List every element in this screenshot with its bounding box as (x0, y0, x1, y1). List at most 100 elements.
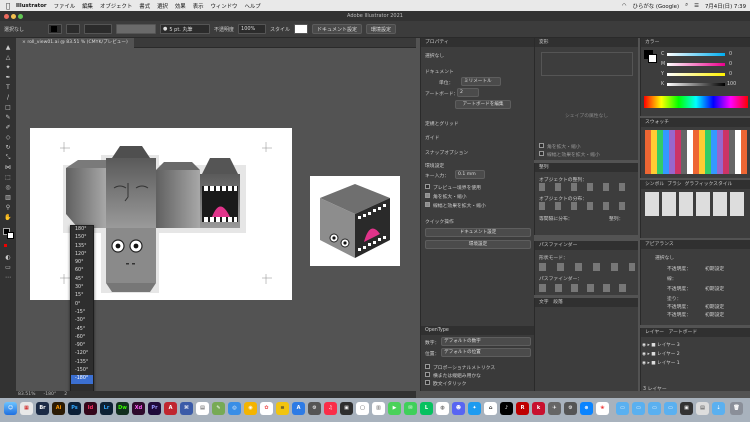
layer-row[interactable]: ◉ ▸ ■ レイヤー 1 (642, 360, 746, 368)
app-icon[interactable]: ▤ (696, 402, 709, 415)
artboard-dropdown[interactable]: 2 (457, 88, 479, 97)
layer-row[interactable]: ◉ ▸ ■ レイヤー 2 (642, 351, 746, 359)
menu-effect[interactable]: 効果 (175, 2, 186, 10)
pen-tool-icon[interactable]: ✒ (3, 74, 13, 82)
tab-layers[interactable]: レイヤー (645, 330, 664, 335)
app-icon[interactable]: ✈ (548, 402, 561, 415)
selection-tool-icon[interactable]: ▲ (3, 44, 13, 52)
rotation-option[interactable]: -45° (71, 326, 93, 334)
app-store-icon[interactable]: A (292, 402, 305, 415)
downloads-icon[interactable]: ⇣ (712, 402, 725, 415)
tab-paragraph[interactable]: 段落 (553, 300, 563, 305)
app-icon[interactable]: ⌂ (484, 402, 497, 415)
apple-icon[interactable]:  (0, 2, 16, 10)
rotation-option[interactable]: 135° (71, 243, 93, 251)
free-transform-tool-icon[interactable]: ⬚ (3, 174, 13, 182)
tab-character[interactable]: 文字 (539, 300, 549, 305)
menu-help[interactable]: ヘルプ (244, 2, 260, 10)
screen-mode-icon[interactable]: ▭ (3, 264, 13, 272)
app-icon[interactable]: ✎ (212, 402, 225, 415)
wifi-icon[interactable]: ◠ (622, 3, 627, 9)
edit-toolbar-icon[interactable]: ⋯ (3, 274, 13, 282)
layer-row[interactable]: ◉ ▸ ■ レイヤー 3 (642, 342, 746, 350)
appearance-tab[interactable]: アピアランス (641, 240, 750, 249)
preferences-button[interactable]: 環境設定 (366, 24, 397, 34)
trash-icon[interactable]: 🗑 (730, 402, 743, 415)
app-icon[interactable]: ▥ (372, 402, 385, 415)
rotation-option[interactable]: -90° (71, 342, 93, 350)
fill-swatch[interactable] (48, 24, 62, 34)
eye-icon[interactable]: ◉ (642, 343, 647, 348)
width-tool-icon[interactable]: ⋈ (3, 164, 13, 172)
photos-icon[interactable]: ✿ (260, 402, 273, 415)
shape-mode-buttons[interactable] (539, 263, 635, 271)
transform-scale-strokes-checkbox[interactable] (539, 151, 544, 156)
roman-italic-checkbox[interactable] (425, 380, 430, 385)
none-color-icon[interactable] (4, 244, 7, 247)
brush-definition[interactable]: ● 5 pt. 丸筆 (160, 24, 210, 34)
channel-k-slider[interactable] (667, 83, 725, 86)
tab-brushes[interactable]: ブラシ (667, 182, 681, 187)
appearance-row-value[interactable]: 初期設定 (705, 265, 724, 272)
app-icon[interactable]: ♪ (500, 402, 513, 415)
color-stroke-icon[interactable] (648, 54, 657, 63)
app-icon[interactable]: ▣ (680, 402, 693, 415)
menu-type[interactable]: 書式 (139, 2, 150, 10)
rectangle-tool-icon[interactable]: □ (3, 104, 13, 112)
rotation-option[interactable]: -150° (71, 367, 93, 375)
unit-dropdown[interactable]: ミリメートル (461, 77, 501, 86)
color-tab[interactable]: カラー (641, 38, 750, 47)
rotation-option[interactable]: 0° (71, 301, 93, 309)
rotation-option[interactable]: 30° (71, 284, 93, 292)
rotation-option[interactable]: -15° (71, 309, 93, 317)
menu-select[interactable]: 選択 (157, 2, 168, 10)
menu-object[interactable]: オブジェクト (100, 2, 132, 10)
control-center-icon[interactable]: ☰ (694, 3, 699, 9)
minimize-window-button[interactable] (11, 13, 16, 19)
transform-tab[interactable]: 変形 (535, 38, 638, 47)
kobo-icon[interactable]: k (532, 402, 545, 415)
swatch-grid[interactable] (645, 130, 747, 174)
opacity-field[interactable]: 100% (238, 24, 267, 34)
zoom-level[interactable]: 83.51% (18, 392, 36, 397)
swatches-tab[interactable]: スウォッチ (641, 118, 750, 127)
search-icon[interactable]: ⌕ (685, 2, 688, 9)
pathfinder-buttons[interactable] (539, 284, 635, 292)
clock[interactable]: 7月4日(日) 7:39 (705, 2, 746, 10)
illustrator-icon[interactable]: Ai (52, 402, 65, 415)
appearance-row-value[interactable]: 初期設定 (705, 311, 724, 318)
quick-doc-setup-button[interactable]: ドキュメント設定 (425, 228, 531, 237)
paintbrush-tool-icon[interactable]: ✎ (3, 114, 13, 122)
rotation-option[interactable]: 120° (71, 251, 93, 259)
color-spectrum[interactable] (644, 96, 748, 108)
rotation-option[interactable]: 90° (71, 259, 93, 267)
folder-icon[interactable]: ▭ (616, 402, 629, 415)
app-icon[interactable]: ▣ (340, 402, 353, 415)
close-window-button[interactable] (4, 13, 9, 19)
numbers-dropdown[interactable]: デフォルトの数字 (441, 337, 531, 346)
document-setup-button[interactable]: ドキュメント設定 (312, 24, 363, 34)
opacity-label[interactable]: 不透明度 (214, 26, 234, 33)
app-icon[interactable]: ☻ (452, 402, 465, 415)
music-icon[interactable]: ♫ (324, 402, 337, 415)
preview-bounds-checkbox[interactable] (425, 184, 430, 189)
premiere-icon[interactable]: Pr (148, 402, 161, 415)
folder-icon[interactable]: ▭ (648, 402, 661, 415)
channel-y-slider[interactable] (667, 73, 725, 76)
rotation-option[interactable]: 15° (71, 292, 93, 300)
photoshop-icon[interactable]: Ps (68, 402, 81, 415)
document-tab[interactable]: × roll_view01.ai @ 83.51 % (CMYK/プレビュー) (16, 38, 134, 48)
transform-scale-corners-checkbox[interactable] (539, 143, 544, 148)
rotation-option[interactable]: -60° (71, 334, 93, 342)
artboard-2[interactable] (310, 176, 400, 266)
channel-m-slider[interactable] (667, 63, 725, 66)
eye-icon[interactable]: ◉ (642, 352, 647, 357)
app-icon[interactable]: R (516, 402, 529, 415)
rotation-option[interactable]: -135° (71, 359, 93, 367)
eraser-tool-icon[interactable]: ◇ (3, 134, 13, 142)
stroke-swatch[interactable] (66, 24, 80, 34)
system-prefs-icon[interactable]: ⚙ (564, 402, 577, 415)
appearance-row-value[interactable]: 初期設定 (705, 303, 724, 310)
channel-y-value[interactable]: 0 (729, 72, 732, 77)
channel-c-value[interactable]: 0 (729, 52, 732, 57)
